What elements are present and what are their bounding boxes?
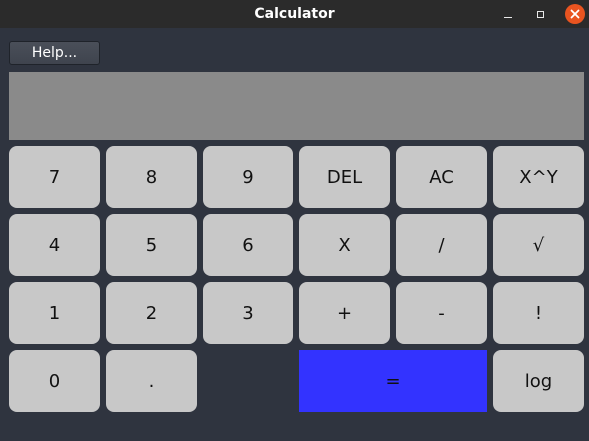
key-7[interactable]: 7 — [9, 146, 100, 208]
calculator-window: Calculator Help... 7 8 9 DEL AC X^Y 4 5 … — [0, 0, 589, 441]
key-decimal-point[interactable]: . — [106, 350, 197, 412]
key-multiply[interactable]: X — [299, 214, 390, 276]
key-factorial[interactable]: ! — [493, 282, 584, 344]
key-8[interactable]: 8 — [106, 146, 197, 208]
key-4[interactable]: 4 — [9, 214, 100, 276]
minimize-button[interactable] — [496, 2, 520, 26]
key-square-root[interactable]: √ — [493, 214, 584, 276]
key-9[interactable]: 9 — [203, 146, 293, 208]
help-button[interactable]: Help... — [9, 41, 100, 65]
key-equals[interactable]: = — [299, 350, 487, 412]
key-add[interactable]: + — [299, 282, 390, 344]
minimize-icon — [504, 16, 512, 18]
key-6[interactable]: 6 — [203, 214, 293, 276]
maximize-icon — [536, 10, 544, 18]
key-0[interactable]: 0 — [9, 350, 100, 412]
key-log[interactable]: log — [493, 350, 584, 412]
key-1[interactable]: 1 — [9, 282, 100, 344]
key-5[interactable]: 5 — [106, 214, 197, 276]
calculator-display — [9, 72, 584, 140]
close-button[interactable] — [563, 2, 587, 26]
key-divide[interactable]: / — [396, 214, 487, 276]
close-icon — [565, 4, 585, 24]
maximize-button[interactable] — [528, 2, 552, 26]
key-delete[interactable]: DEL — [299, 146, 390, 208]
key-3[interactable]: 3 — [203, 282, 293, 344]
key-power[interactable]: X^Y — [493, 146, 584, 208]
key-all-clear[interactable]: AC — [396, 146, 487, 208]
key-subtract[interactable]: - — [396, 282, 487, 344]
title-bar: Calculator — [0, 0, 589, 28]
key-2[interactable]: 2 — [106, 282, 197, 344]
